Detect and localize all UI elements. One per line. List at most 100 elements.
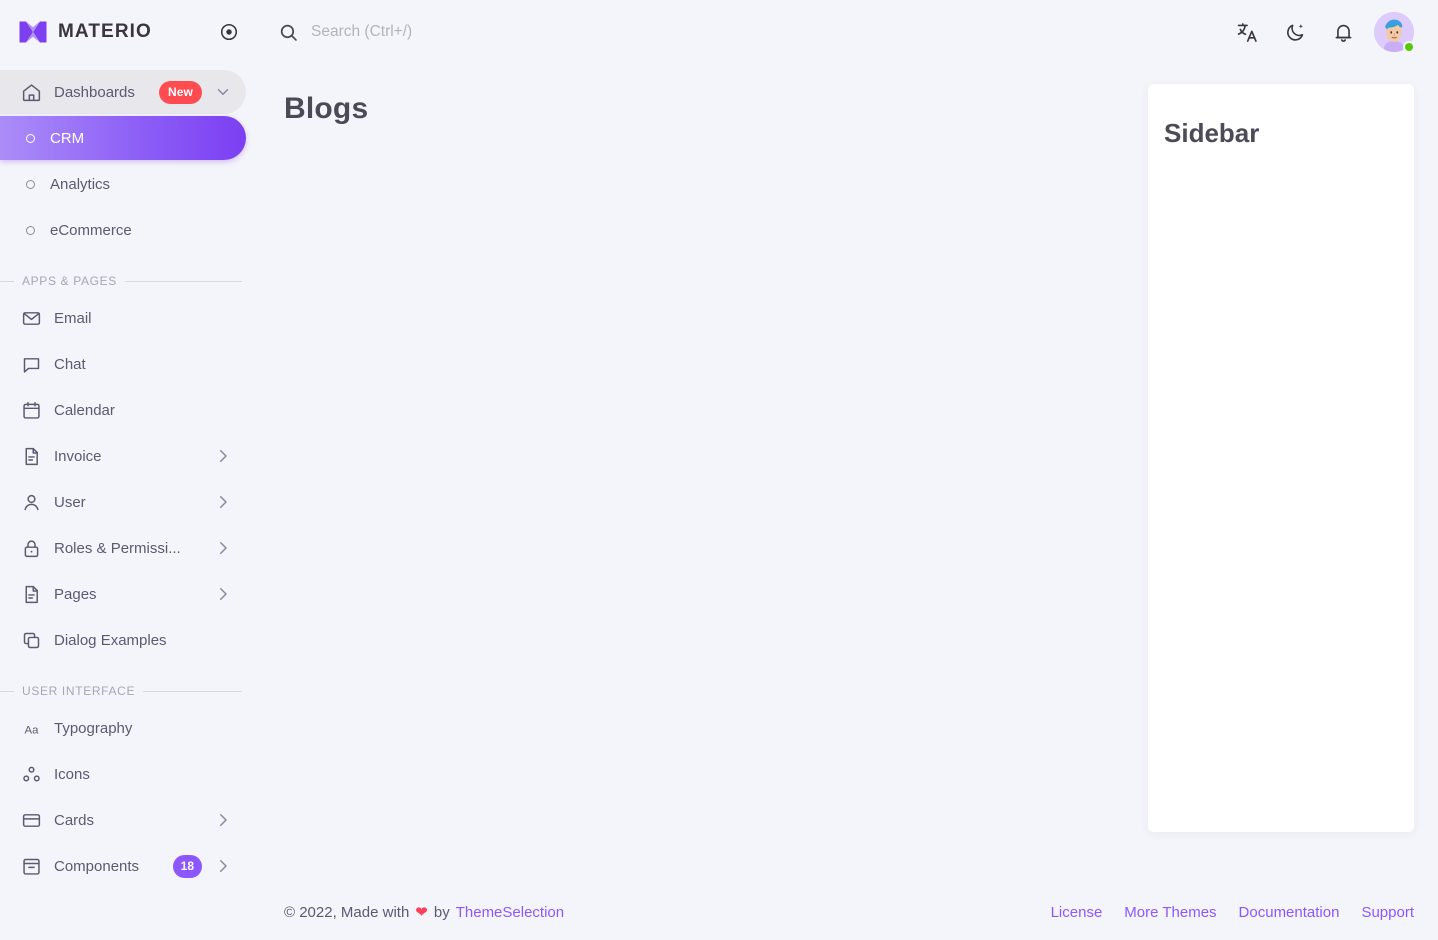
topbar: [260, 0, 1438, 64]
typography-aa-icon: Aa: [20, 717, 42, 739]
search-bar[interactable]: [278, 22, 1216, 43]
heart-icon: ❤: [415, 903, 428, 921]
chevron-right-icon: [214, 447, 232, 465]
main-left-column: Blogs: [284, 84, 1124, 884]
brand-name: MATERIO: [58, 21, 152, 42]
sidebar-item-ecommerce[interactable]: eCommerce: [0, 208, 246, 252]
themeselection-link[interactable]: ThemeSelection: [456, 904, 564, 921]
section-label: USER INTERFACE: [22, 684, 136, 698]
right-sidebar-card: Sidebar: [1148, 84, 1414, 832]
sidebar-item-dialog-examples[interactable]: Dialog Examples: [0, 618, 246, 662]
sidebar-item-label: Icons: [54, 765, 90, 783]
footer-link-documentation[interactable]: Documentation: [1239, 904, 1340, 921]
page-title: Blogs: [284, 92, 369, 125]
search-input[interactable]: [311, 23, 1216, 41]
sidebar-item-label: Chat: [54, 355, 86, 373]
footer-link-more-themes[interactable]: More Themes: [1124, 904, 1216, 921]
circle-dot-icon[interactable]: [218, 21, 240, 43]
right-sidebar-title: Sidebar: [1164, 118, 1260, 148]
sidebar-navigation: MATERIO Dashboards New CRM Analytics eCo…: [0, 0, 260, 940]
badge-count: 18: [172, 854, 202, 878]
sidebar-section-user-interface: USER INTERFACE: [0, 684, 242, 698]
sidebar-item-chat[interactable]: Chat: [0, 342, 246, 386]
circle-outline-icon: [22, 219, 38, 241]
sidebar-item-label: User: [54, 493, 86, 511]
sidebar-item-label: eCommerce: [50, 221, 132, 239]
sidebar-item-invoice[interactable]: Invoice: [0, 434, 246, 478]
content-column: Blogs Sidebar © 2022, Made with ❤ by The…: [260, 0, 1438, 940]
svg-text:Aa: Aa: [24, 724, 39, 736]
section-rule-left: [0, 690, 14, 692]
bell-icon[interactable]: [1326, 15, 1360, 49]
chevron-right-icon: [214, 857, 232, 875]
moon-icon[interactable]: [1278, 15, 1312, 49]
materio-m-logo-icon: [18, 19, 48, 45]
sidebar-item-label: CRM: [50, 129, 85, 147]
footer-link-support[interactable]: Support: [1361, 904, 1414, 921]
chevron-down-icon: [214, 83, 232, 101]
home-icon: [20, 81, 42, 103]
circle-outline-icon: [22, 127, 38, 149]
file-text-icon: [20, 445, 42, 467]
mail-icon: [20, 307, 42, 329]
footer-links: License More Themes Documentation Suppor…: [1051, 904, 1414, 921]
sidebar-item-crm[interactable]: CRM: [0, 116, 246, 160]
sidebar-header: MATERIO: [0, 0, 260, 64]
footer-copyright: © 2022, Made with ❤ by ThemeSelection: [284, 904, 564, 921]
sidebar-item-user[interactable]: User: [0, 480, 246, 524]
sidebar-item-label: Components: [54, 857, 140, 875]
chevron-right-icon: [214, 539, 232, 557]
translate-icon[interactable]: [1230, 15, 1264, 49]
sidebar-item-components[interactable]: Components 18: [0, 844, 246, 888]
topbar-actions: [1230, 12, 1415, 53]
sidebar-item-dashboards[interactable]: Dashboards New: [0, 70, 246, 114]
icons-dots-icon: [20, 763, 42, 785]
circle-outline-icon: [22, 173, 38, 195]
sidebar-item-label: Calendar: [54, 401, 115, 419]
sidebar-item-pages[interactable]: Pages: [0, 572, 246, 616]
sidebar-item-roles-permissions[interactable]: Roles & Permissi...: [0, 526, 246, 570]
lock-icon: [20, 537, 42, 559]
sidebar-item-label: Analytics: [50, 175, 111, 193]
sidebar-item-cards[interactable]: Cards: [0, 798, 246, 842]
sidebar-item-label: Dashboards: [54, 83, 135, 101]
sidebar-item-label: Invoice: [54, 447, 102, 465]
sidebar-item-analytics[interactable]: Analytics: [0, 162, 246, 206]
file-text-icon: [20, 583, 42, 605]
sidebar-item-label: Typography: [54, 719, 133, 737]
footer-link-license[interactable]: License: [1051, 904, 1103, 921]
sidebar-item-label: Cards: [54, 811, 95, 829]
chevron-right-icon: [214, 493, 232, 511]
main-content: Blogs Sidebar: [260, 64, 1438, 884]
copyright-text: © 2022, Made with: [284, 903, 410, 921]
section-rule-right: [143, 690, 242, 692]
badge-new: New: [159, 80, 202, 104]
sidebar-item-calendar[interactable]: Calendar: [0, 388, 246, 432]
archive-icon: [20, 855, 42, 877]
card-icon: [20, 809, 42, 831]
footer: © 2022, Made with ❤ by ThemeSelection Li…: [260, 884, 1438, 940]
online-status-indicator: [1403, 41, 1415, 53]
chat-icon: [20, 353, 42, 375]
sidebar-item-label: Dialog Examples: [54, 631, 167, 649]
section-label: APPS & PAGES: [22, 274, 117, 288]
app-root: MATERIO Dashboards New CRM Analytics eCo…: [0, 0, 1438, 940]
sidebar-item-typography[interactable]: Aa Typography: [0, 706, 246, 750]
avatar[interactable]: [1374, 12, 1415, 53]
copy-icon: [20, 629, 42, 651]
sidebar-menu[interactable]: Dashboards New CRM Analytics eCommerce A…: [0, 64, 260, 940]
sidebar-item-label: Email: [54, 309, 92, 327]
sidebar-item-icons[interactable]: Icons: [0, 752, 246, 796]
section-rule-right: [124, 280, 242, 282]
copyright-by: by: [433, 903, 450, 921]
chevron-right-icon: [214, 585, 232, 603]
search-icon[interactable]: [278, 22, 299, 43]
sidebar-item-label: Pages: [54, 585, 97, 603]
calendar-icon: [20, 399, 42, 421]
chevron-right-icon: [214, 811, 232, 829]
sidebar-item-label: Roles & Permissi...: [54, 539, 181, 557]
sidebar-section-apps-pages: APPS & PAGES: [0, 274, 242, 288]
user-icon: [20, 491, 42, 513]
sidebar-item-email[interactable]: Email: [0, 296, 246, 340]
section-rule-left: [0, 280, 14, 282]
